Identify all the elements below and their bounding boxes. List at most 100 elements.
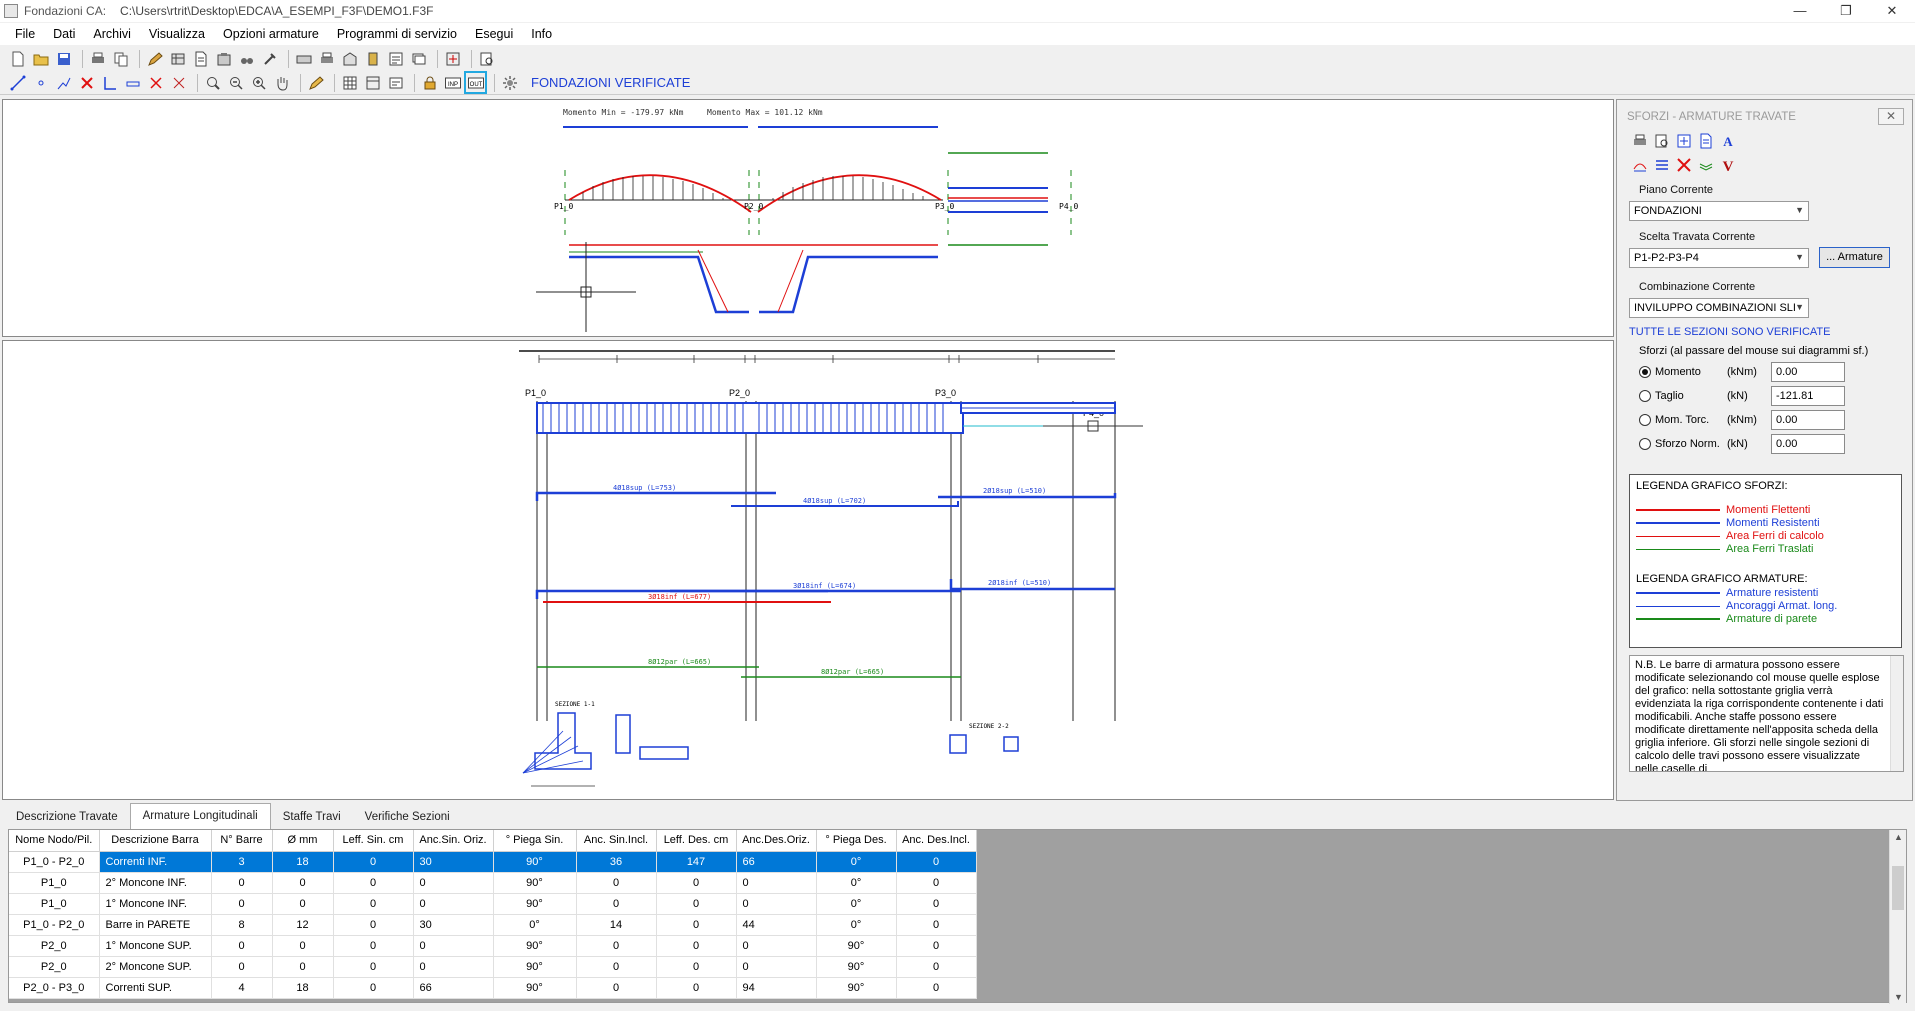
menu-esegui[interactable]: Esegui	[466, 27, 522, 41]
table-icon[interactable]	[363, 73, 382, 92]
table-row[interactable]: P1_0 - P2_0 Correnti INF. 3 18 0 30 90° 36 1…	[9, 851, 977, 873]
settings-gear-icon[interactable]	[500, 73, 519, 92]
taglio-radio[interactable]	[1639, 390, 1651, 402]
col-header[interactable]: Ø mm	[272, 830, 334, 852]
menu-file[interactable]: File	[6, 27, 44, 41]
menu-opzioni-armature[interactable]: Opzioni armature	[214, 27, 328, 41]
mom-torc-value-field[interactable]: 0.00	[1771, 410, 1845, 430]
print-icon[interactable]	[1631, 132, 1649, 150]
beam-icon[interactable]	[100, 73, 119, 92]
report-icon[interactable]	[386, 50, 405, 69]
new-file-icon[interactable]	[8, 50, 27, 69]
close-button[interactable]: ✕	[1869, 0, 1915, 22]
inp-icon[interactable]: INP	[443, 73, 462, 92]
col-header[interactable]: Leff. Des. cm	[656, 830, 737, 852]
table-row[interactable]: P2_0 2° Moncone SUP. 00 00 90° 0 00 90° 0	[9, 956, 977, 978]
out-icon[interactable]: OUT	[464, 71, 487, 94]
col-header[interactable]: Anc.Des.Oriz.	[736, 830, 817, 852]
document-icon[interactable]	[191, 50, 210, 69]
momento-radio[interactable]	[1639, 366, 1651, 378]
panel-close-button[interactable]: ✕	[1878, 108, 1904, 125]
pan-hand-icon[interactable]	[272, 73, 291, 92]
scroll-up-icon[interactable]: ▲	[1890, 832, 1907, 842]
zoom-in-icon[interactable]	[249, 73, 268, 92]
col-header[interactable]: Anc.Sin. Oriz.	[413, 830, 494, 852]
keyboard-icon[interactable]	[294, 50, 313, 69]
menu-visualizza[interactable]: Visualizza	[140, 27, 214, 41]
grid-scrollbar[interactable]: ▲ ▼	[1889, 830, 1906, 1004]
combinazione-select[interactable]: INVILUPPO COMBINAZIONI SLI ▼	[1629, 298, 1809, 318]
window-icon[interactable]	[386, 73, 405, 92]
menu-info[interactable]: Info	[522, 27, 561, 41]
col-header[interactable]: Anc. Sin.Incl.	[576, 830, 657, 852]
point-icon[interactable]	[31, 73, 50, 92]
archive-icon[interactable]	[214, 50, 233, 69]
foundation-icon[interactable]	[340, 50, 359, 69]
save-icon[interactable]	[54, 50, 73, 69]
mom-torc-radio[interactable]	[1639, 414, 1651, 426]
scroll-thumb[interactable]	[1892, 866, 1904, 910]
zoom-out-icon[interactable]	[226, 73, 245, 92]
stack-icon[interactable]	[409, 50, 428, 69]
print-icon[interactable]	[88, 50, 107, 69]
cross-icon[interactable]	[146, 73, 165, 92]
calculator-icon[interactable]	[443, 50, 462, 69]
note-scrollbar[interactable]	[1890, 656, 1903, 771]
piano-select[interactable]: FONDAZIONI ▼	[1629, 201, 1809, 221]
col-header[interactable]: Leff. Sin. cm	[333, 830, 414, 852]
tab-verifiche-sezioni[interactable]: Verifiche Sezioni	[353, 807, 462, 829]
momento-value-field[interactable]: 0.00	[1771, 362, 1845, 382]
col-header[interactable]: Nome Nodo/Pil.	[9, 830, 100, 852]
sforzo-taglio-row[interactable]: Taglio (kN) -121.81	[1639, 386, 1909, 406]
graph-forces-icon[interactable]	[1631, 156, 1649, 174]
cut-icon[interactable]	[169, 73, 188, 92]
menu-programmi-servizio[interactable]: Programmi di servizio	[328, 27, 466, 41]
armature-button[interactable]: ... Armature	[1819, 247, 1890, 268]
moment-diagram-pane[interactable]: Momento Min = -179.97 kNm Momento Max = …	[2, 99, 1614, 337]
grid-icon[interactable]	[340, 73, 359, 92]
printer-setup-icon[interactable]	[317, 50, 336, 69]
travata-select[interactable]: P1-P2-P3-P4 ▼	[1629, 248, 1809, 268]
maximize-button[interactable]: ❐	[1823, 0, 1869, 22]
zoom-window-icon[interactable]	[203, 73, 222, 92]
print-preview-icon[interactable]	[1653, 132, 1671, 150]
delete-node-icon[interactable]	[77, 73, 96, 92]
col-header[interactable]: ° Piega Sin.	[493, 830, 577, 852]
line-icon[interactable]	[8, 73, 27, 92]
tab-staffe-travi[interactable]: Staffe Travi	[271, 807, 353, 829]
sforzo-momento-row[interactable]: Momento (kNm) 0.00	[1639, 362, 1909, 382]
layers-icon[interactable]	[1697, 156, 1715, 174]
col-header[interactable]: Descrizione Barra	[99, 830, 212, 852]
cross-section-icon[interactable]	[1675, 156, 1693, 174]
menu-archivi[interactable]: Archivi	[84, 27, 140, 41]
data-icon[interactable]	[168, 50, 187, 69]
verify-icon[interactable]: V	[1719, 156, 1737, 174]
tab-armature-longitudinali[interactable]: Armature Longitudinali	[129, 803, 271, 829]
copy-icon[interactable]	[111, 50, 130, 69]
preview-icon[interactable]	[477, 50, 496, 69]
edit-icon[interactable]	[145, 50, 164, 69]
sforzo-norm-row[interactable]: Sforzo Norm. (kN) 0.00	[1639, 434, 1909, 454]
tools-icon[interactable]	[260, 50, 279, 69]
sforzo-momtorc-row[interactable]: Mom. Torc. (kNm) 0.00	[1639, 410, 1909, 430]
col-header[interactable]: N° Barre	[211, 830, 273, 852]
document-icon[interactable]	[1697, 132, 1715, 150]
menu-dati[interactable]: Dati	[44, 27, 84, 41]
table-row[interactable]: P2_0 - P3_0 Correnti SUP. 4 18 0 66 90° 0 09…	[9, 977, 977, 999]
armature-drawing-pane[interactable]: P1_0 P2_0 P3_0 P4_0	[2, 340, 1614, 800]
table-row[interactable]: P1_0 2° Moncone INF. 00 00 90° 0 00 0° 0	[9, 872, 977, 894]
col-header[interactable]: Anc. Des.Incl.	[896, 830, 977, 852]
sforzo-norm-value-field[interactable]: 0.00	[1771, 434, 1845, 454]
building-icon[interactable]	[363, 50, 382, 69]
table-row[interactable]: P1_0 1° Moncone INF. 00 00 90° 0 00 0° 0	[9, 893, 977, 915]
minimize-button[interactable]: —	[1777, 0, 1823, 22]
wall-icon[interactable]	[123, 73, 142, 92]
open-folder-icon[interactable]	[31, 50, 50, 69]
binoculars-icon[interactable]	[237, 50, 256, 69]
export-icon[interactable]	[1675, 132, 1693, 150]
sforzo-norm-radio[interactable]	[1639, 438, 1651, 450]
lock-icon[interactable]	[420, 73, 439, 92]
font-icon[interactable]: A	[1719, 132, 1737, 150]
taglio-value-field[interactable]: -121.81	[1771, 386, 1845, 406]
tab-descrizione-travate[interactable]: Descrizione Travate	[4, 807, 130, 829]
